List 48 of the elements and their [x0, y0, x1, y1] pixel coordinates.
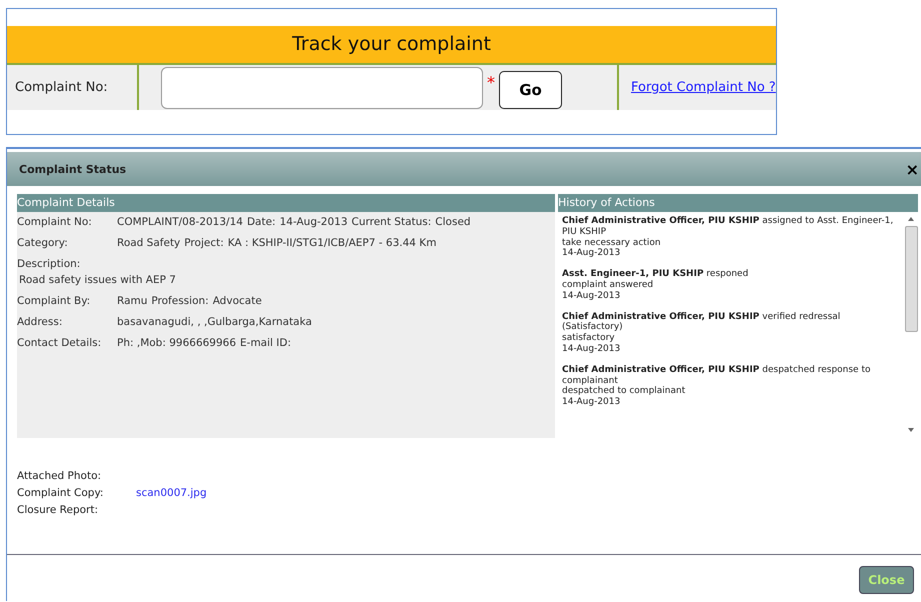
- field-label: Profession:: [151, 295, 209, 307]
- field-value: 14-Aug-2013: [280, 216, 348, 228]
- field-label: Address:: [17, 316, 64, 328]
- field-value: Road safety issues with AEP 7: [18, 274, 177, 286]
- attachment-link[interactable]: scan0007.jpg: [136, 485, 207, 502]
- go-button[interactable]: Go: [499, 70, 562, 108]
- close-icon[interactable]: ×: [906, 160, 919, 178]
- attachment-label: Attached Photo:: [17, 469, 102, 484]
- history-entry-line: satisfactory: [562, 333, 616, 344]
- scroll-up-icon[interactable]: [907, 216, 915, 222]
- field-label: Contact Details:: [17, 337, 102, 349]
- complaint-no-label: Complaint No:: [15, 80, 108, 95]
- attachment-label: Closure Report:: [17, 503, 100, 518]
- dialog-title: Complaint Status: [19, 162, 126, 176]
- scroll-thumb[interactable]: [904, 226, 918, 332]
- forgot-complaint-link[interactable]: Forgot Complaint No ?: [631, 80, 776, 95]
- scroll-down-icon[interactable]: [907, 427, 915, 433]
- field-label: E-mail ID:: [240, 337, 292, 349]
- history-entry-line: 14-Aug-2013: [562, 344, 622, 355]
- history-entry-line: 14-Aug-2013: [562, 290, 622, 302]
- history-entry-line: 14-Aug-2013: [562, 397, 622, 408]
- field-value: Advocate: [212, 295, 262, 307]
- field-label: Complaint By:: [17, 295, 92, 307]
- history-entry-line: despatched to complainant: [562, 386, 686, 397]
- required-mark: *: [487, 73, 495, 92]
- history-heading: History of Actions: [558, 194, 918, 212]
- field-label: Project:: [184, 237, 224, 249]
- field-value: basavanagudi, , ,Gulbarga,Karnataka: [117, 316, 312, 328]
- field-value: Road Safety: [117, 237, 180, 249]
- field-label: Description:: [17, 258, 82, 270]
- field-value: KA : KSHIP-II/STG1/ICB/AEP7 - 63.44 Km: [228, 237, 436, 249]
- field-value: Ph: ,Mob: 9966669966: [117, 337, 236, 349]
- field-value: Ramu: [117, 295, 148, 307]
- field-label: Current Status:: [352, 216, 432, 228]
- details-heading: Complaint Details: [17, 194, 555, 212]
- field-label: Complaint No:: [17, 216, 93, 228]
- field-label: Date:: [246, 216, 276, 228]
- history-entry-line: 14-Aug-2013: [562, 248, 622, 260]
- field-value: Closed: [435, 216, 471, 228]
- history-entry-title: Asst. Engineer-1, PIU KSHIP responed: [562, 269, 750, 280]
- field-value: COMPLAINT/08-2013/14: [117, 216, 243, 228]
- history-entry-line: take necessary action: [562, 238, 662, 248]
- history-entry-line: complaint answered: [562, 280, 654, 291]
- attachment-label: Complaint Copy:: [17, 486, 104, 501]
- tracker-title: Track your complaint: [7, 26, 776, 63]
- field-label: Category:: [17, 237, 69, 249]
- history-entry-title: Chief Administrative Officer, PIU KSHIP verified redressal (Satisfactory): [562, 312, 842, 333]
- complaint-no-field[interactable]: [161, 66, 483, 108]
